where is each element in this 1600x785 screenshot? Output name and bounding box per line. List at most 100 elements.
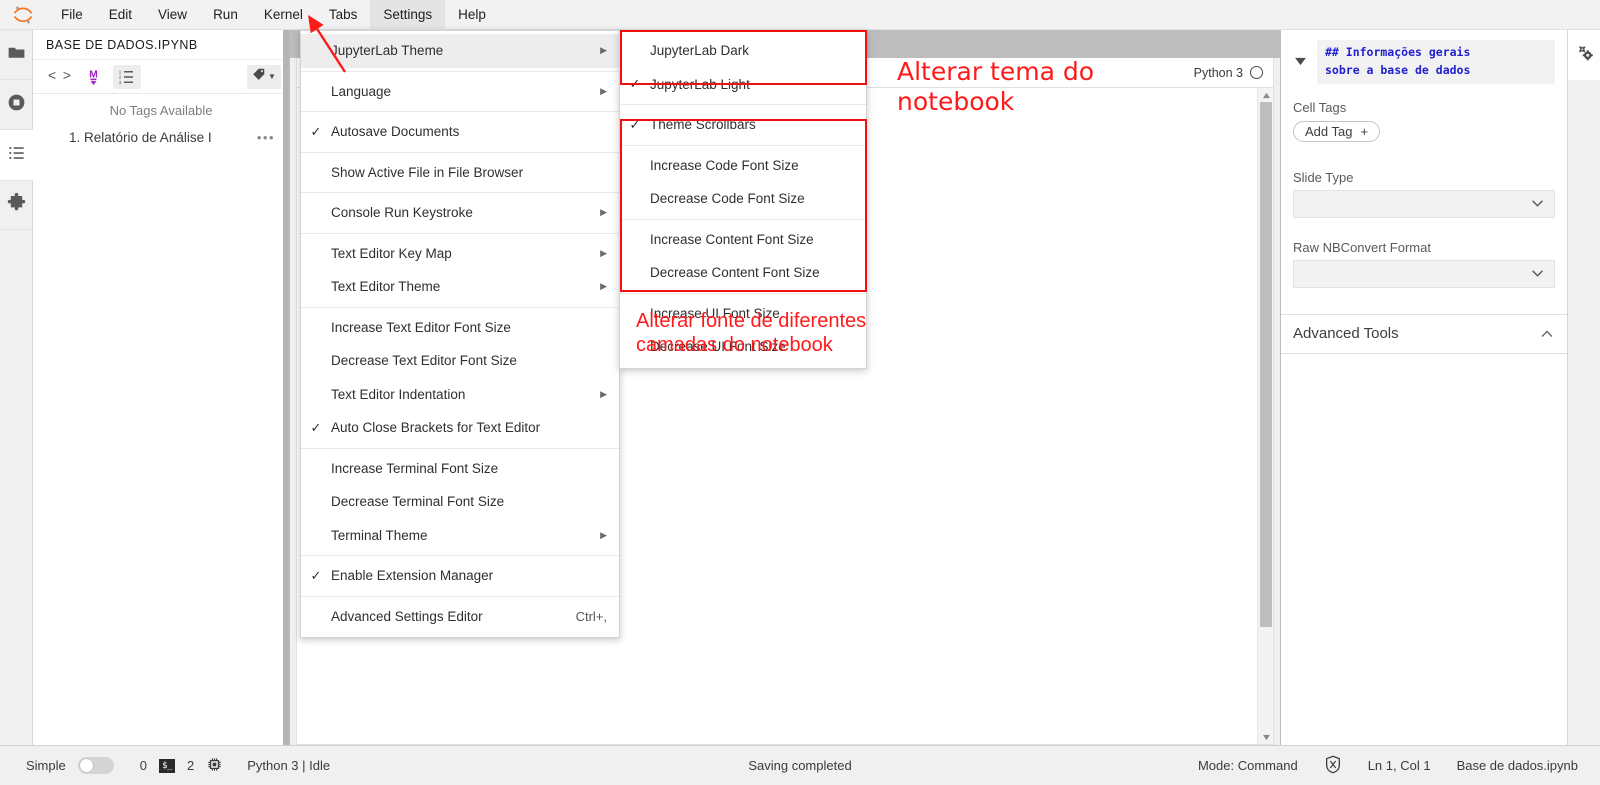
toc-list-item[interactable]: 1. Relatório de Análise I ••• xyxy=(33,126,289,149)
menu-item-label: Decrease UI Font Size xyxy=(650,339,786,355)
menu-item-decrease-terminal-font-size[interactable]: Decrease Terminal Font Size xyxy=(301,485,619,519)
submenu-arrow-icon: ▶ xyxy=(600,247,607,258)
left-panel-scrollbar[interactable] xyxy=(283,30,289,745)
menu-separator xyxy=(620,144,866,146)
cursor-position-label: Ln 1, Col 1 xyxy=(1367,758,1431,773)
menu-item-auto-close-brackets-for-text-editor[interactable]: ✓ Auto Close Brackets for Text Editor xyxy=(301,411,619,445)
menu-item-label: Autosave Documents xyxy=(331,124,460,140)
status-bar-right: Mode: Command Ln 1, Col 1 Base de dados.… xyxy=(1198,755,1600,777)
toc-item-menu-icon[interactable]: ••• xyxy=(257,130,275,145)
menu-item-jupyterlab-dark[interactable]: JupyterLab Dark xyxy=(620,34,866,68)
menu-item-decrease-code-font-size[interactable]: Decrease Code Font Size xyxy=(620,182,866,216)
toc-toolbar: < > M 1 2 3 ▼ xyxy=(33,60,289,94)
add-tag-label: Add Tag xyxy=(1305,123,1353,139)
menu-item-console-run-keystroke[interactable]: Console Run Keystroke ▶ xyxy=(301,196,619,230)
menu-run[interactable]: Run xyxy=(200,0,251,30)
menu-item-shortcut: Ctrl+, xyxy=(575,608,607,624)
menu-item-increase-text-editor-font-size[interactable]: Increase Text Editor Font Size xyxy=(301,311,619,345)
sidebar-item-table-of-contents[interactable] xyxy=(0,130,33,180)
menu-item-decrease-ui-font-size[interactable]: Decrease UI Font Size xyxy=(620,330,866,364)
cell-source-preview: ## Informações gerais sobre a base de da… xyxy=(1317,40,1555,84)
kernel-info-label[interactable]: Python 3 | Idle xyxy=(247,758,330,773)
folder-icon xyxy=(6,42,27,68)
menu-separator xyxy=(620,104,866,105)
menu-item-terminal-theme[interactable]: Terminal Theme ▶ xyxy=(301,519,619,553)
menu-item-text-editor-key-map[interactable]: Text Editor Key Map ▶ xyxy=(301,237,619,271)
menu-settings[interactable]: Settings xyxy=(370,0,446,30)
numbered-list-icon[interactable]: 1 2 3 xyxy=(113,64,141,89)
scroll-up-icon[interactable] xyxy=(1260,90,1272,100)
menu-item-label: Increase Code Font Size xyxy=(650,157,799,173)
menu-help[interactable]: Help xyxy=(445,0,499,30)
no-tags-message: No Tags Available xyxy=(109,103,213,118)
panel-title: BASE DE DADOS.IPYNB xyxy=(33,30,289,60)
menu-separator xyxy=(301,151,619,153)
svg-text:1: 1 xyxy=(119,69,122,74)
simple-mode-toggle[interactable] xyxy=(77,757,114,774)
raw-nbconvert-format-select[interactable] xyxy=(1293,259,1555,288)
menu-item-label: Decrease Text Editor Font Size xyxy=(331,353,517,369)
settings-menu: JupyterLab Theme ▶ Language ▶ ✓ Autosave Docu… xyxy=(300,30,620,638)
menu-item-label: Advanced Settings Editor xyxy=(331,608,483,624)
kernel-count[interactable]: 0 xyxy=(140,758,147,773)
menu-bar: File Edit View Run Kernel Tabs Settings Help xyxy=(0,0,1600,30)
kernel-indicator[interactable]: Python 3 xyxy=(1194,66,1263,80)
menu-item-label: Increase Terminal Font Size xyxy=(331,460,499,476)
menu-item-increase-ui-font-size[interactable]: Increase UI Font Size xyxy=(620,297,866,331)
check-icon: ✓ xyxy=(310,567,322,583)
menu-item-jupyterlab-theme[interactable]: JupyterLab Theme ▶ xyxy=(301,34,619,68)
menu-item-decrease-text-editor-font-size[interactable]: Decrease Text Editor Font Size xyxy=(301,344,619,378)
menu-edit[interactable]: Edit xyxy=(96,0,145,30)
show-code-cells-icon[interactable]: < > xyxy=(45,65,73,89)
menu-item-label: Increase Text Editor Font Size xyxy=(331,319,511,335)
kernel-chip-icon xyxy=(206,756,223,776)
menu-file[interactable]: File xyxy=(48,0,96,30)
menu-separator xyxy=(301,447,619,449)
menu-item-increase-terminal-font-size[interactable]: Increase Terminal Font Size xyxy=(301,452,619,486)
menu-item-label: JupyterLab Theme xyxy=(331,43,444,59)
scroll-down-icon[interactable] xyxy=(1260,732,1272,742)
add-tag-button[interactable]: Add Tag + xyxy=(1293,120,1381,142)
advanced-tools-section-header[interactable]: Advanced Tools xyxy=(1281,315,1567,353)
menu-item-label: Console Run Keystroke xyxy=(331,205,473,221)
menu-item-autosave-documents[interactable]: ✓ Autosave Documents xyxy=(301,115,619,149)
menu-item-label: Decrease Content Font Size xyxy=(650,265,820,281)
show-markdown-cells-icon[interactable]: M xyxy=(79,65,107,89)
advanced-tools-label: Advanced Tools xyxy=(1293,325,1399,343)
menu-item-increase-code-font-size[interactable]: Increase Code Font Size xyxy=(620,149,866,183)
menu-view[interactable]: View xyxy=(145,0,200,30)
tag-filter-dropdown[interactable]: ▼ xyxy=(247,64,281,89)
menu-kernel[interactable]: Kernel xyxy=(251,0,316,30)
menu-item-increase-content-font-size[interactable]: Increase Content Font Size xyxy=(620,223,866,257)
menu-item-theme-scrollbars[interactable]: ✓ Theme Scrollbars xyxy=(620,108,866,142)
menu-tabs[interactable]: Tabs xyxy=(316,0,371,30)
sidebar-item-running[interactable] xyxy=(0,80,33,130)
notebook-scrollbar-thumb[interactable] xyxy=(1260,102,1272,627)
sidebar-item-property-inspector[interactable] xyxy=(1568,30,1600,80)
gear-icon xyxy=(1574,42,1596,69)
chevron-down-icon: ▼ xyxy=(268,72,276,81)
menu-item-enable-extension-manager[interactable]: ✓ Enable Extension Manager xyxy=(301,559,619,593)
menu-bar-items: File Edit View Run Kernel Tabs Settings Help xyxy=(48,0,499,30)
submenu-arrow-icon: ▶ xyxy=(600,281,607,292)
collapse-caret-icon[interactable] xyxy=(1291,57,1309,66)
menu-item-decrease-content-font-size[interactable]: Decrease Content Font Size xyxy=(620,256,866,290)
table-of-contents-panel: BASE DE DADOS.IPYNB < > M 1 2 3 ▼ No Tag… xyxy=(33,30,290,745)
menu-item-language[interactable]: Language ▶ xyxy=(301,75,619,109)
slide-type-select[interactable] xyxy=(1293,189,1555,218)
menu-item-label: Increase Content Font Size xyxy=(650,231,814,247)
trusted-shield-icon[interactable] xyxy=(1324,755,1342,777)
terminal-count[interactable]: 2 xyxy=(187,758,194,773)
puzzle-piece-icon xyxy=(6,192,27,218)
menu-item-jupyterlab-light[interactable]: ✓ JupyterLab Light xyxy=(620,68,866,102)
menu-item-text-editor-indentation[interactable]: Text Editor Indentation ▶ xyxy=(301,378,619,412)
notebook-scrollbar[interactable] xyxy=(1257,88,1273,744)
sidebar-item-file-browser[interactable] xyxy=(0,30,33,80)
chevron-down-icon xyxy=(1531,265,1544,283)
sidebar-item-extension-manager[interactable] xyxy=(0,180,33,230)
menu-item-text-editor-theme[interactable]: Text Editor Theme ▶ xyxy=(301,270,619,304)
menu-item-label: Text Editor Indentation xyxy=(331,386,466,402)
menu-item-show-active-file-in-file-browser[interactable]: Show Active File in File Browser xyxy=(301,156,619,190)
menu-item-advanced-settings-editor[interactable]: Advanced Settings Editor Ctrl+, xyxy=(301,600,619,634)
menu-item-label: Decrease Code Font Size xyxy=(650,191,805,207)
